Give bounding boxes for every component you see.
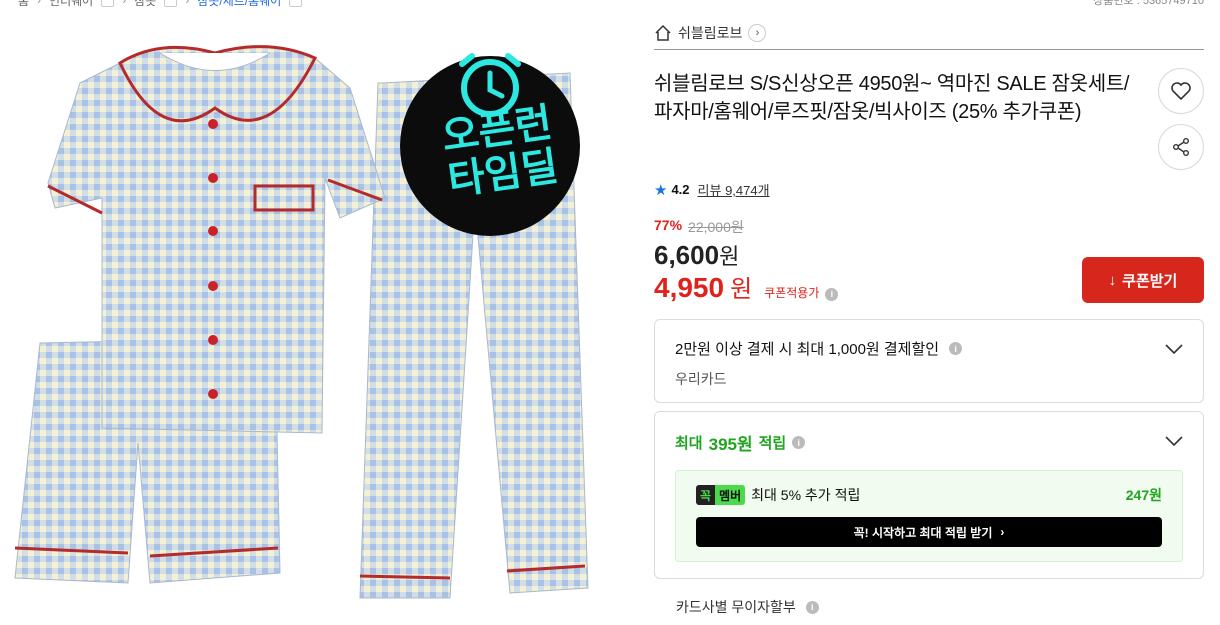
payment-discount-card[interactable]: 2만원 이상 결제 시 최대 1,000원 결제할인 i 우리카드: [654, 319, 1204, 403]
currency-label: 원: [719, 244, 740, 269]
info-icon[interactable]: i: [949, 342, 963, 355]
download-icon: ↓: [1108, 271, 1117, 289]
installment-row[interactable]: 카드사별 무이자할부 i: [654, 597, 1204, 617]
currency-label: 원: [730, 276, 753, 303]
info-icon[interactable]: i: [825, 287, 839, 301]
dropdown-toggle[interactable]: [101, 0, 115, 7]
coupon-applied-label: 쿠폰적용가: [764, 286, 820, 300]
points-suffix: 적립: [758, 435, 787, 452]
rating-row: ★ 4.2 리뷰 9,474개: [654, 180, 1204, 199]
review-link[interactable]: 리뷰 9,474개: [698, 180, 770, 199]
share-icon: [1173, 138, 1189, 156]
breadcrumb-item[interactable]: 잠옷: [134, 0, 156, 9]
chevron-right-icon[interactable]: ›: [748, 23, 767, 42]
info-icon[interactable]: i: [805, 600, 819, 614]
points-card: 최대 395원 적립 i 꼭 멤버 최대 5% 추가 적립 247원 꼭! 시작하…: [654, 411, 1204, 579]
dropdown-toggle[interactable]: [289, 0, 303, 7]
shop-name[interactable]: 쉬블림로브: [678, 23, 742, 43]
heart-icon: [1171, 82, 1191, 101]
breadcrumb: 홈 › 언더웨어 › 잠옷 › 잠옷/세트/홈웨어: [18, 0, 303, 9]
get-coupon-button[interactable]: ↓ 쿠폰받기: [1082, 257, 1204, 303]
member-points: 247원: [1125, 487, 1162, 503]
chevron-right-icon: ›: [185, 0, 190, 7]
member-benefit-text: 최대 5% 추가 적립: [751, 487, 861, 503]
rating-score: 4.2: [671, 182, 690, 197]
chevron-right-icon: ›: [37, 0, 42, 7]
member-badge-part: 꼭: [696, 485, 716, 505]
product-number: 상품번호 : 5365749710: [1093, 0, 1204, 7]
price-block: 77% 22,000원 6,600원 4,950 원 쿠폰적용가 i ↓ 쿠폰받…: [654, 217, 1204, 303]
chevron-right-icon: ›: [122, 0, 127, 7]
chevron-down-icon[interactable]: [1165, 344, 1183, 354]
breadcrumb-item[interactable]: 잠옷/세트/홈웨어: [197, 0, 281, 9]
chevron-down-icon[interactable]: [1165, 436, 1183, 446]
get-coupon-label: 쿠폰받기: [1122, 272, 1178, 290]
points-amount: 395원: [708, 435, 753, 454]
discount-percent: 77%: [654, 217, 683, 233]
coupon-price-number: 4,950: [654, 272, 725, 303]
installment-label: 카드사별 무이자할부: [676, 599, 796, 615]
points-prefix: 최대: [675, 435, 703, 452]
home-icon: [654, 24, 672, 42]
share-button[interactable]: [1158, 124, 1204, 170]
info-icon[interactable]: i: [792, 436, 806, 449]
member-start-label: 꼭! 시작하고 최대 적립 받기: [853, 525, 993, 540]
original-price: 22,000원: [688, 219, 744, 235]
card-name: 우리카드: [675, 371, 727, 387]
sale-price-number: 6,600: [654, 240, 720, 270]
breadcrumb-item[interactable]: 홈: [18, 0, 29, 9]
member-start-button[interactable]: 꼭! 시작하고 최대 적립 받기 ›: [696, 517, 1162, 547]
chevron-right-icon: ›: [1000, 525, 1005, 539]
member-benefit-box: 꼭 멤버 최대 5% 추가 적립 247원 꼭! 시작하고 최대 적립 받기 ›: [675, 470, 1183, 562]
product-title: 쉬블림로브 S/S신상오픈 4950원~ 역마진 SALE 잠옷세트/파자마/홈…: [654, 73, 1130, 123]
star-icon: ★: [654, 181, 668, 199]
member-badge-part: 멤버: [715, 485, 746, 505]
wishlist-button[interactable]: [1158, 68, 1204, 114]
shop-row[interactable]: 쉬블림로브 ›: [654, 20, 1204, 50]
dropdown-toggle[interactable]: [164, 0, 178, 7]
payment-discount-text: 2만원 이상 결제 시 최대 1,000원 결제할인: [675, 341, 940, 358]
product-info-panel: 쉬블림로브 › 쉬블림로브 S/S신상오픈 4950원~ 역마진 SALE 잠옷…: [654, 20, 1204, 617]
product-image[interactable]: 오픈런 타임딜: [10, 28, 600, 608]
member-badge: 꼭 멤버: [696, 485, 746, 505]
breadcrumb-item[interactable]: 언더웨어: [49, 0, 93, 9]
